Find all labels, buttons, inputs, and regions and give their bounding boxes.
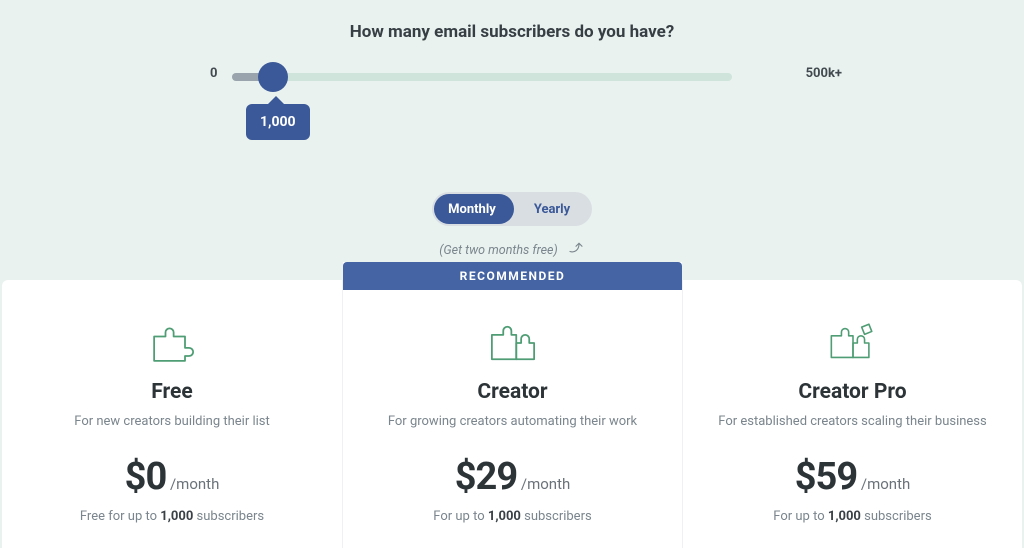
billing-monthly-option[interactable]: Monthly	[432, 202, 512, 217]
plan-note: For up to 1,000 subscribers	[705, 509, 1000, 524]
subscriber-slider[interactable]: 0 500k+ 1,000	[232, 70, 792, 120]
note-prefix: Free for up to	[80, 509, 160, 524]
puzzle-icon	[24, 320, 320, 366]
plan-creator-pro[interactable]: Creator Pro For established creators sca…	[682, 280, 1022, 548]
pricing-plans: Free For new creators building their lis…	[0, 280, 1024, 548]
price-amount: $59	[795, 455, 857, 499]
plan-tagline: For new creators building their list	[24, 414, 320, 429]
plan-price: $29 /month	[365, 455, 660, 499]
subscriber-question: How many email subscribers do you have?	[0, 0, 1024, 42]
plan-name: Creator	[365, 380, 660, 404]
plan-price: $0 /month	[24, 455, 320, 499]
slider-max-label: 500k+	[806, 66, 842, 81]
note-suffix: subscribers	[521, 509, 592, 524]
note-suffix: subscribers	[861, 509, 932, 524]
puzzle-icon	[365, 320, 660, 366]
plan-note: For up to 1,000 subscribers	[365, 509, 660, 524]
price-period: /month	[170, 475, 219, 493]
plan-tagline: For growing creators automating their wo…	[365, 414, 660, 429]
note-prefix: For up to	[433, 509, 488, 524]
slider-min-label: 0	[210, 66, 217, 81]
plan-note: Free for up to 1,000 subscribers	[24, 509, 320, 524]
note-count: 1,000	[488, 509, 521, 524]
billing-toggle[interactable]: Monthly Yearly	[432, 192, 592, 226]
slider-thumb[interactable]	[260, 64, 286, 90]
slider-value-tooltip: 1,000	[246, 104, 310, 140]
puzzle-icon	[705, 320, 1000, 366]
recommended-badge: RECOMMENDED	[343, 262, 682, 290]
billing-yearly-option[interactable]: Yearly	[512, 202, 592, 217]
price-period: /month	[521, 475, 570, 493]
plan-free[interactable]: Free For new creators building their lis…	[2, 280, 342, 548]
note-count: 1,000	[160, 509, 193, 524]
plan-price: $59 /month	[705, 455, 1000, 499]
plan-creator[interactable]: RECOMMENDED Creator For growing creators…	[342, 262, 682, 548]
plan-name: Free	[24, 380, 320, 404]
promo-label: (Get two months free)	[439, 243, 557, 258]
plan-name: Creator Pro	[705, 380, 1000, 404]
note-prefix: For up to	[773, 509, 828, 524]
note-suffix: subscribers	[193, 509, 264, 524]
arrow-up-icon	[567, 238, 585, 260]
plan-tagline: For established creators scaling their b…	[705, 414, 1000, 429]
yearly-promo-text: (Get two months free)	[0, 236, 1024, 258]
price-amount: $0	[125, 455, 167, 499]
note-count: 1,000	[828, 509, 861, 524]
price-period: /month	[861, 475, 910, 493]
slider-track[interactable]	[232, 73, 732, 81]
price-amount: $29	[455, 455, 517, 499]
